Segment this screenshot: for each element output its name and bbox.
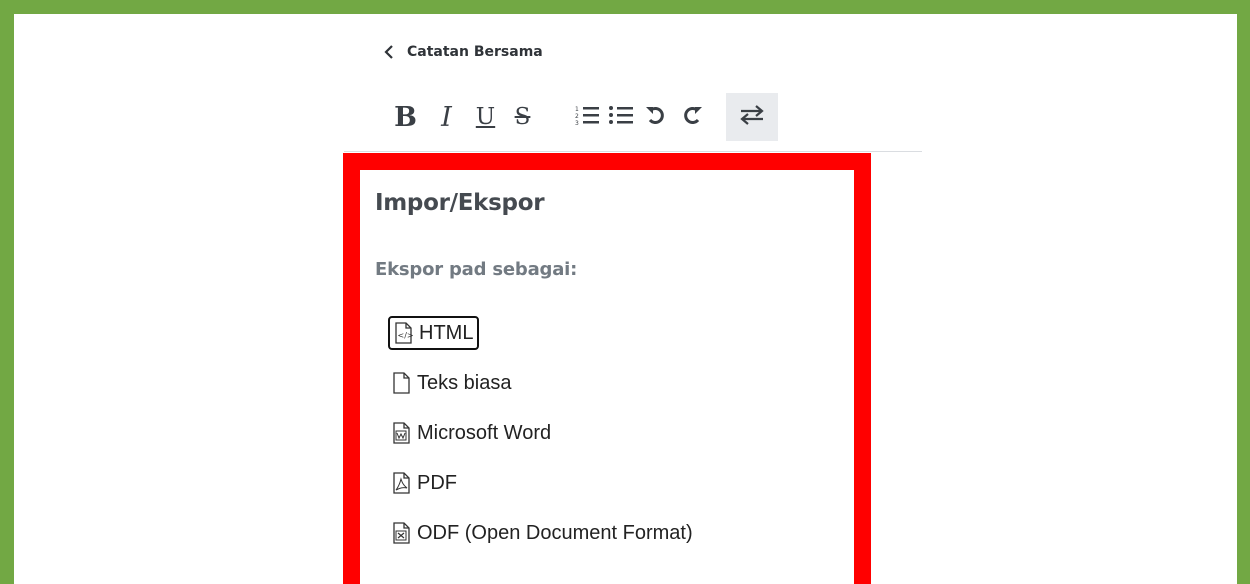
export-pdf-link[interactable]: PDF <box>388 463 461 503</box>
undo-icon <box>644 104 666 131</box>
pdf-file-icon <box>391 472 411 494</box>
back-link[interactable]: Catatan Bersama <box>383 41 543 63</box>
export-subtitle: Ekspor pad sebagai: <box>375 259 578 280</box>
swap-arrows-icon <box>739 104 765 130</box>
svg-text:</>: </> <box>398 331 414 340</box>
html-file-icon: </> <box>393 322 413 344</box>
svg-text:3: 3 <box>575 120 579 126</box>
toolbar-divider <box>344 151 922 152</box>
frame-border-top <box>0 0 1250 14</box>
export-word-link[interactable]: Microsoft Word <box>388 413 555 453</box>
chevron-left-icon <box>383 42 395 62</box>
export-option-label: PDF <box>417 471 457 494</box>
frame-border-left <box>0 0 14 584</box>
import-export-button[interactable] <box>726 93 778 141</box>
bold-button[interactable]: B <box>390 93 421 141</box>
export-options-list: </> HTML Teks biasa Microsoft Word PDF O… <box>388 313 697 563</box>
italic-button[interactable]: I <box>431 93 462 141</box>
svg-text:2: 2 <box>575 113 579 120</box>
undo-button[interactable] <box>642 93 668 141</box>
unordered-list-button[interactable] <box>608 93 634 141</box>
back-link-label: Catatan Bersama <box>407 44 543 60</box>
ordered-list-icon: 1 2 3 <box>574 104 600 131</box>
export-option-label: HTML <box>419 321 474 344</box>
word-file-icon <box>391 422 411 444</box>
export-html-link[interactable]: </> HTML <box>388 316 480 350</box>
redo-button[interactable] <box>680 93 706 141</box>
ordered-list-button[interactable]: 1 2 3 <box>574 93 600 141</box>
popup-title: Impor/Ekspor <box>375 190 545 216</box>
export-option-label: Teks biasa <box>417 371 512 394</box>
export-option-label: ODF (Open Document Format) <box>417 521 693 544</box>
text-file-icon <box>391 372 411 394</box>
odf-file-icon <box>391 522 411 544</box>
export-text-link[interactable]: Teks biasa <box>388 363 516 403</box>
svg-text:1: 1 <box>575 106 579 113</box>
editor-toolbar: B I U S 1 2 3 <box>382 93 922 141</box>
underline-button[interactable]: U <box>470 93 501 141</box>
export-odf-link[interactable]: ODF (Open Document Format) <box>388 513 697 553</box>
redo-icon <box>682 104 704 131</box>
strikethrough-button[interactable]: S <box>507 93 538 141</box>
export-option-label: Microsoft Word <box>417 421 552 444</box>
frame-border-right <box>1237 0 1250 584</box>
unordered-list-icon <box>608 104 634 131</box>
